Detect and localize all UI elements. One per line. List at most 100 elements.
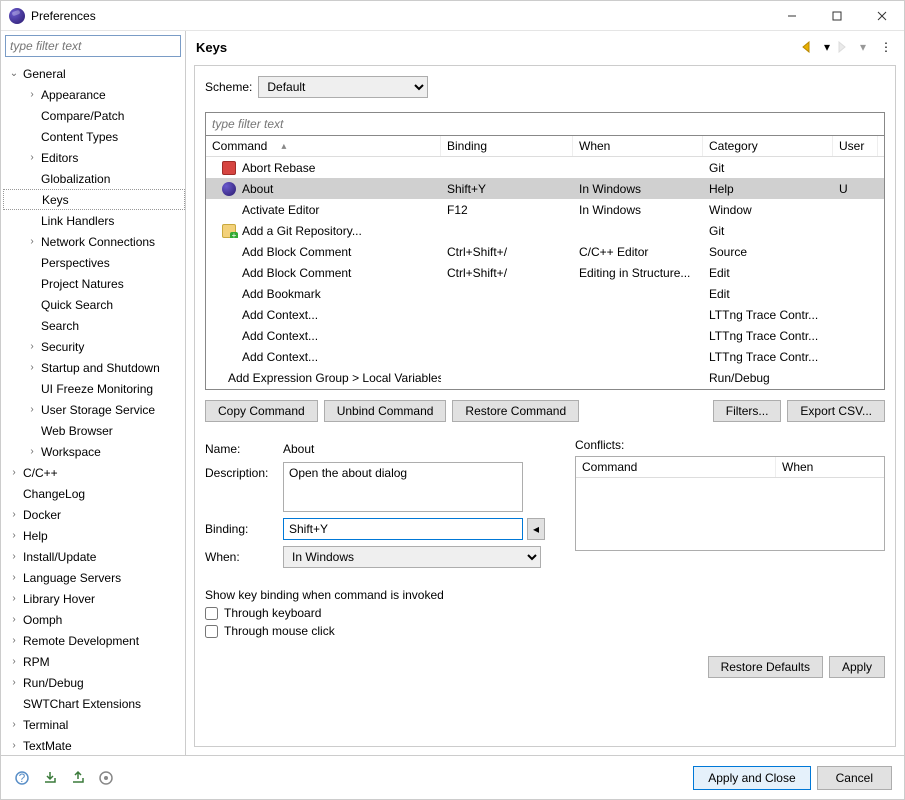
restore-defaults-button[interactable]: Restore Defaults [708,656,823,678]
unbind-command-button[interactable]: Unbind Command [324,400,447,422]
through-keyboard-checkbox[interactable] [205,607,218,620]
tree-item-install-update[interactable]: ›Install/Update [3,546,185,567]
tree-item-content-types[interactable]: Content Types [3,126,185,147]
expand-icon[interactable]: › [25,341,39,352]
tree-item-network-connections[interactable]: ›Network Connections [3,231,185,252]
tree-item-oomph[interactable]: ›Oomph [3,609,185,630]
import-icon[interactable] [41,769,59,787]
keys-row[interactable]: AboutShift+YIn WindowsHelpU [206,178,884,199]
expand-icon[interactable]: › [7,719,21,730]
expand-icon[interactable]: › [7,593,21,604]
copy-command-button[interactable]: Copy Command [205,400,318,422]
tree-item-language-servers[interactable]: ›Language Servers [3,567,185,588]
minimize-button[interactable] [769,1,814,30]
tree-item-web-browser[interactable]: Web Browser [3,420,185,441]
export-icon[interactable] [69,769,87,787]
expand-icon[interactable]: › [7,551,21,562]
tree-item-appearance[interactable]: ›Appearance [3,84,185,105]
expand-icon[interactable]: › [7,530,21,541]
expand-icon[interactable]: › [25,89,39,100]
binding-input[interactable] [283,518,523,540]
oomph-icon[interactable] [97,769,115,787]
back-dropdown[interactable]: ▾ [822,38,832,56]
expand-icon[interactable]: › [7,614,21,625]
tree-item-run-debug[interactable]: ›Run/Debug [3,672,185,693]
tree-item-docker[interactable]: ›Docker [3,504,185,525]
keys-row[interactable]: Activate EditorF12In WindowsWindow [206,199,884,220]
filters-button[interactable]: Filters... [713,400,782,422]
restore-command-button[interactable]: Restore Command [452,400,579,422]
forward-button[interactable] [836,39,854,55]
tree-item-startup-and-shutdown[interactable]: ›Startup and Shutdown [3,357,185,378]
expand-icon[interactable]: › [25,152,39,163]
tree-item-quick-search[interactable]: Quick Search [3,294,185,315]
tree-item-rpm[interactable]: ›RPM [3,651,185,672]
collapse-icon[interactable]: ⌄ [7,68,21,79]
tree-item-link-handlers[interactable]: Link Handlers [3,210,185,231]
help-icon[interactable]: ? [13,769,31,787]
keys-row[interactable]: Add BookmarkEdit [206,283,884,304]
expand-icon[interactable]: › [25,404,39,415]
tree-item-label: Library Hover [23,592,95,606]
tree-item-changelog[interactable]: ChangeLog [3,483,185,504]
when-select[interactable]: In Windows [283,546,541,568]
keys-filter-input[interactable] [205,112,885,136]
tree-item-keys[interactable]: Keys [3,189,185,210]
conflicts-col-command[interactable]: Command [576,457,776,477]
tree-item-globalization[interactable]: Globalization [3,168,185,189]
tree-item-security[interactable]: ›Security [3,336,185,357]
conflicts-col-when[interactable]: When [776,457,884,477]
tree-item-ui-freeze-monitoring[interactable]: UI Freeze Monitoring [3,378,185,399]
through-mouse-checkbox[interactable] [205,625,218,638]
tree-item-project-natures[interactable]: Project Natures [3,273,185,294]
expand-icon[interactable]: › [7,656,21,667]
back-button[interactable] [800,39,818,55]
expand-icon[interactable]: › [25,446,39,457]
keys-row[interactable]: Add a Git Repository...Git [206,220,884,241]
sidebar-filter-input[interactable] [5,35,181,57]
keys-row[interactable]: Add Block CommentCtrl+Shift+/C/C++ Edito… [206,241,884,262]
tree-item-compare-patch[interactable]: Compare/Patch [3,105,185,126]
apply-button[interactable]: Apply [829,656,885,678]
keys-row[interactable]: Add Context...LTTng Trace Contr... [206,304,884,325]
cancel-button[interactable]: Cancel [817,766,892,790]
tree-item-perspectives[interactable]: Perspectives [3,252,185,273]
tree-item-c-c-[interactable]: ›C/C++ [3,462,185,483]
tree-item-search[interactable]: Search [3,315,185,336]
tree-item-library-hover[interactable]: ›Library Hover [3,588,185,609]
expand-icon[interactable]: › [25,236,39,247]
expand-icon[interactable]: › [7,509,21,520]
keys-row[interactable]: Abort RebaseGit [206,157,884,178]
expand-icon[interactable]: › [7,677,21,688]
keys-row[interactable]: Add Context...LTTng Trace Contr... [206,325,884,346]
maximize-button[interactable] [814,1,859,30]
tree-item-editors[interactable]: ›Editors [3,147,185,168]
tree-item-help[interactable]: ›Help [3,525,185,546]
tree-item-swtchart-extensions[interactable]: SWTChart Extensions [3,693,185,714]
expand-icon[interactable]: › [7,467,21,478]
keys-row[interactable]: Add Expression Group > Local VariablesRu… [206,367,884,388]
expand-icon[interactable]: › [7,635,21,646]
tree-item-general[interactable]: ⌄General [3,63,185,84]
preferences-tree[interactable]: ⌄General›AppearanceCompare/PatchContent … [1,61,185,755]
apply-and-close-button[interactable]: Apply and Close [693,766,810,790]
keys-row[interactable]: Add Expression Group > RegistersRun/Debu… [206,388,884,389]
binding-revert-button[interactable]: ◂ [527,518,545,540]
expand-icon[interactable]: › [7,740,21,751]
expand-icon[interactable]: › [7,572,21,583]
expand-icon[interactable]: › [25,362,39,373]
tree-item-textmate[interactable]: ›TextMate [3,735,185,755]
tree-item-user-storage-service[interactable]: ›User Storage Service [3,399,185,420]
keys-row[interactable]: Add Block CommentCtrl+Shift+/Editing in … [206,262,884,283]
tree-item-workspace[interactable]: ›Workspace [3,441,185,462]
export-csv-button[interactable]: Export CSV... [787,400,885,422]
close-button[interactable] [859,1,904,30]
view-menu-icon[interactable]: ⋮ [878,38,894,56]
scheme-select[interactable]: Default [258,76,428,98]
tree-item-remote-development[interactable]: ›Remote Development [3,630,185,651]
tree-item-terminal[interactable]: ›Terminal [3,714,185,735]
keys-table-header[interactable]: Command▴ Binding When Category User [206,136,884,157]
forward-dropdown[interactable]: ▾ [858,38,868,56]
keys-row[interactable]: Add Context...LTTng Trace Contr... [206,346,884,367]
description-textarea[interactable]: Open the about dialog [283,462,523,512]
